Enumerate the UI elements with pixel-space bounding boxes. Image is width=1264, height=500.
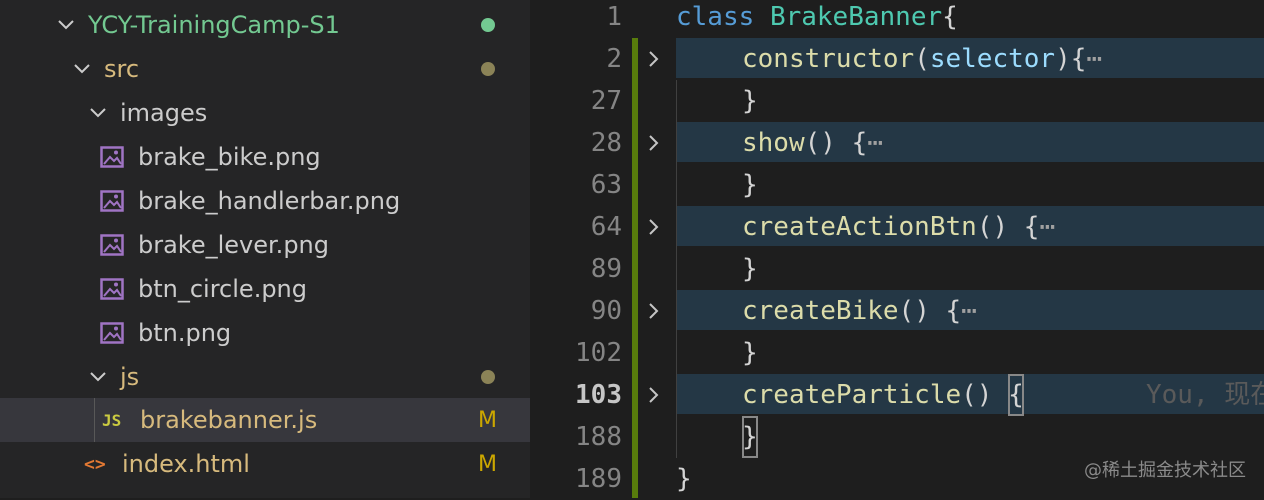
paren-token: ){ [1055, 44, 1087, 74]
function-name-token: createParticle [742, 380, 962, 410]
line-number: 188 [575, 422, 622, 452]
line-number-active: 103 [575, 380, 622, 410]
function-name-token: show [742, 128, 805, 158]
line-number: 27 [590, 86, 622, 116]
function-name-token: createActionBtn [742, 212, 977, 242]
matched-bracket: } [742, 416, 758, 458]
tree-file-label: brake_lever.png [138, 231, 329, 259]
line-number: 102 [575, 338, 622, 368]
watermark: @稀土掘金技术社区 [1084, 460, 1246, 481]
fold-chevron-right-icon[interactable] [642, 38, 666, 80]
tree-file[interactable]: btn.png [0, 311, 530, 355]
git-status-dot [481, 62, 495, 76]
line-number: 189 [575, 464, 622, 494]
fold-chevron-right-icon[interactable] [642, 374, 666, 416]
paren-token: ( [914, 44, 930, 74]
code-line: createActionBtn() {⋯ [742, 206, 1055, 248]
tree-file-label: btn_circle.png [138, 275, 307, 303]
image-file-icon [100, 322, 124, 344]
code-token: () { [898, 296, 962, 326]
tree-file[interactable]: brake_handlerbar.png [0, 179, 530, 223]
git-blame-annotation: You, 现在 [1146, 380, 1264, 410]
tree-folder-images-label: images [120, 99, 208, 127]
code-line: } [742, 416, 758, 458]
fold-chevron-right-icon[interactable] [642, 122, 666, 164]
explorer-sidebar: YCY-TrainingCamp-S1 src images brake_bik… [0, 0, 530, 498]
fold-chevron-right-icon[interactable] [642, 206, 666, 248]
code-line: } [742, 170, 758, 200]
line-number: 64 [590, 212, 622, 242]
tree-file-brakebanner[interactable]: JS brakebanner.js M [0, 398, 530, 442]
tree-file-label: brake_bike.png [138, 143, 321, 171]
code-token: () { [976, 212, 1040, 242]
indent-guide [676, 80, 677, 458]
code-line: } [742, 254, 758, 284]
line-number: 89 [590, 254, 622, 284]
line-number: 28 [590, 128, 622, 158]
tree-folder-root[interactable]: YCY-TrainingCamp-S1 [0, 3, 530, 47]
folded-ellipsis[interactable]: ⋯ [1039, 212, 1055, 242]
tree-file-index[interactable]: <> index.html M [0, 442, 530, 486]
tree-file-label: index.html [122, 450, 250, 478]
javascript-file-icon: JS [102, 410, 122, 430]
function-name-token: createBike [742, 296, 899, 326]
git-modified-badge: M [478, 451, 497, 477]
code-line: show() {⋯ [742, 122, 883, 164]
tree-folder-src-label: src [104, 55, 140, 83]
code-line: } [742, 86, 758, 116]
git-modified-badge: M [478, 407, 497, 433]
folded-ellipsis[interactable]: ⋯ [1086, 44, 1102, 74]
code-editor[interactable]: 1 2 27 28 63 64 89 90 102 103 188 189 cl… [530, 0, 1264, 498]
tree-file-label: brake_handlerbar.png [138, 187, 401, 215]
git-added-gutter-bar [632, 38, 638, 498]
tree-file[interactable]: btn_circle.png [0, 267, 530, 311]
folded-ellipsis[interactable]: ⋯ [961, 296, 977, 326]
line-number: 2 [606, 44, 622, 74]
tree-file[interactable]: brake_bike.png [0, 135, 530, 179]
chevron-down-icon [88, 367, 108, 387]
chevron-down-icon [56, 15, 76, 35]
code-token: () { [804, 128, 868, 158]
matched-bracket: { [1008, 374, 1024, 416]
tree-folder-root-label: YCY-TrainingCamp-S1 [88, 11, 340, 39]
chevron-down-icon [72, 59, 92, 79]
function-name-token: constructor [742, 44, 915, 74]
tree-file[interactable]: brake_lever.png [0, 223, 530, 267]
code-line: class BrakeBanner{ [676, 0, 958, 38]
line-number: 63 [590, 170, 622, 200]
brace-token: { [942, 2, 958, 32]
keyword-token: class [676, 2, 755, 32]
image-file-icon [100, 190, 124, 212]
tree-file-label: brakebanner.js [140, 406, 318, 434]
line-number: 1 [606, 2, 622, 32]
git-status-dot [481, 18, 495, 32]
tree-folder-js-label: js [120, 363, 140, 391]
code-line: } [742, 338, 758, 368]
folded-ellipsis[interactable]: ⋯ [867, 128, 883, 158]
code-line: constructor(selector){⋯ [742, 38, 1102, 80]
tree-indent-guide [94, 398, 95, 442]
html-file-icon: <> [84, 453, 106, 475]
git-status-dot [481, 370, 495, 384]
class-name-token: BrakeBanner [769, 2, 943, 32]
tree-file-label: btn.png [138, 319, 232, 347]
tree-folder-js[interactable]: js [0, 355, 530, 399]
tree-folder-src[interactable]: src [0, 47, 530, 91]
image-file-icon [100, 234, 124, 256]
image-file-icon [100, 278, 124, 300]
parameter-token: selector [929, 44, 1056, 74]
code-line-active: createParticle() { [742, 374, 1024, 416]
code-line: createBike() {⋯ [742, 290, 977, 332]
code-line: } [676, 464, 692, 494]
chevron-down-icon [88, 103, 108, 123]
tree-folder-images[interactable]: images [0, 91, 530, 135]
fold-chevron-right-icon[interactable] [642, 290, 666, 332]
image-file-icon [100, 146, 124, 168]
code-token: () [961, 380, 1009, 410]
line-number: 90 [590, 296, 622, 326]
